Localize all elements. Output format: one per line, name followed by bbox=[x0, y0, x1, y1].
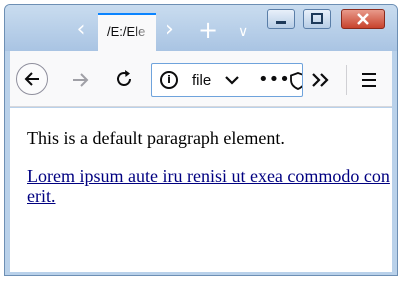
link-paragraph: Lorem ipsum aute iru renisi ut exea comm… bbox=[27, 166, 392, 206]
close-button[interactable] bbox=[341, 9, 385, 29]
chevron-down-icon[interactable] bbox=[224, 73, 240, 87]
chevron-right-icon[interactable]: › bbox=[165, 19, 174, 41]
info-icon[interactable]: i bbox=[160, 71, 178, 89]
chevron-down-icon[interactable]: ∨ bbox=[238, 22, 248, 42]
forward-arrow-icon[interactable] bbox=[68, 67, 94, 93]
close-icon bbox=[357, 13, 369, 25]
reload-icon[interactable] bbox=[112, 67, 136, 91]
tab-fade bbox=[132, 15, 156, 51]
default-paragraph: This is a default paragraph element. bbox=[27, 128, 285, 148]
maximize-button[interactable] bbox=[303, 9, 331, 29]
maximize-icon bbox=[311, 13, 323, 24]
overflow-chevrons-icon[interactable] bbox=[310, 71, 332, 89]
back-button[interactable] bbox=[16, 63, 48, 95]
more-icon[interactable]: ••• bbox=[258, 69, 290, 91]
url-bar[interactable]: i file ••• bbox=[151, 63, 303, 97]
nav-toolbar: i file ••• bbox=[10, 51, 392, 107]
plus-icon[interactable]: + bbox=[198, 18, 218, 42]
minimize-icon bbox=[276, 21, 286, 24]
minimize-button[interactable] bbox=[267, 9, 295, 29]
active-tab[interactable]: /E:/Ele bbox=[98, 13, 156, 51]
lorem-link[interactable]: Lorem ipsum aute iru renisi ut exea comm… bbox=[27, 166, 390, 206]
toolbar-separator bbox=[346, 65, 347, 95]
hamburger-menu-icon[interactable] bbox=[360, 71, 378, 89]
shield-icon[interactable] bbox=[290, 72, 303, 90]
chevron-left-icon[interactable]: ‹ bbox=[71, 19, 91, 41]
url-text[interactable]: file bbox=[192, 72, 214, 89]
back-arrow-icon bbox=[24, 72, 39, 86]
tab-strip: ‹ /E:/Ele › + ∨ bbox=[5, 5, 397, 51]
browser-window: ‹ /E:/Ele › + ∨ i file ••• This is a def… bbox=[4, 4, 398, 276]
page-content: This is a default paragraph element. Lor… bbox=[10, 108, 392, 272]
